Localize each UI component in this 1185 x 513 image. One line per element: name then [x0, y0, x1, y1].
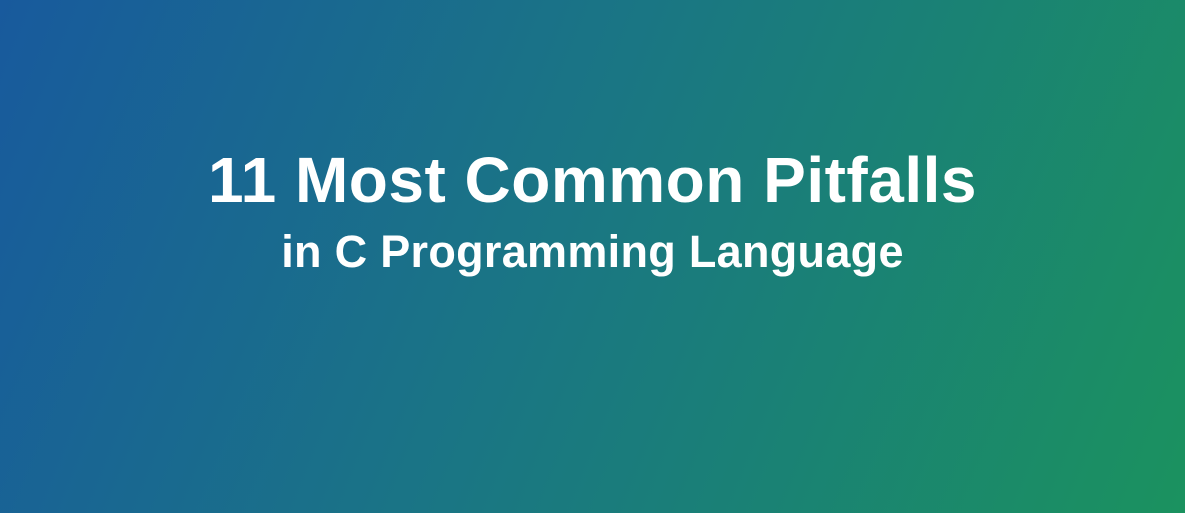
banner-subtitle: in C Programming Language — [281, 226, 904, 277]
banner-title: 11 Most Common Pitfalls — [208, 144, 977, 216]
title-banner: 11 Most Common Pitfalls in C Programming… — [0, 0, 1185, 513]
